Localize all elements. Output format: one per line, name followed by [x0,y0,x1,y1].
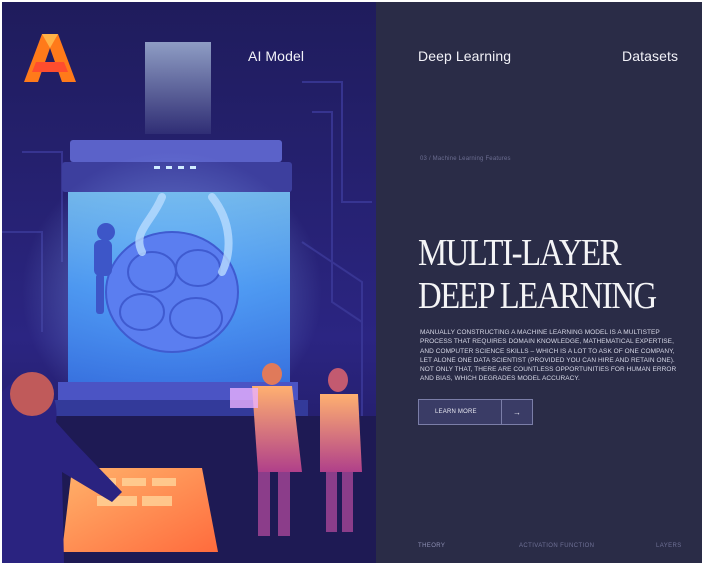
footer-tab-activation-function[interactable]: ACTIVATION FUNCTION [519,543,594,549]
learn-more-label: LEARN MORE [435,409,477,415]
hero-description: MANUALLY CONSTRUCTING A MACHINE LEARNING… [420,329,677,383]
arrow-right-icon: → [513,407,521,417]
page-title: MULTI-LAYER DEEP LEARNING [418,232,657,318]
nav-deep-learning[interactable]: Deep Learning [418,48,511,64]
learn-more-button[interactable]: LEARN MORE → [418,399,533,425]
nav-ai-model[interactable]: AI Model [248,48,304,64]
hero-illustration [2,2,376,563]
footer-tab-layers[interactable]: LAYERS [656,543,682,549]
footer-tab-theory[interactable]: THEORY [418,543,445,549]
headline-line-1: MULTI-LAYER [418,232,622,274]
landing-page: AI Model Deep Learning Datasets 03 / Mac… [2,2,702,563]
lab-tank-illustration [2,2,376,563]
section-eyebrow: 03 / Machine Learning Features [420,156,511,162]
letter-a-logo-icon[interactable] [22,32,78,84]
nav-datasets[interactable]: Datasets [622,48,678,64]
headline-line-2: DEEP LEARNING [418,275,657,317]
